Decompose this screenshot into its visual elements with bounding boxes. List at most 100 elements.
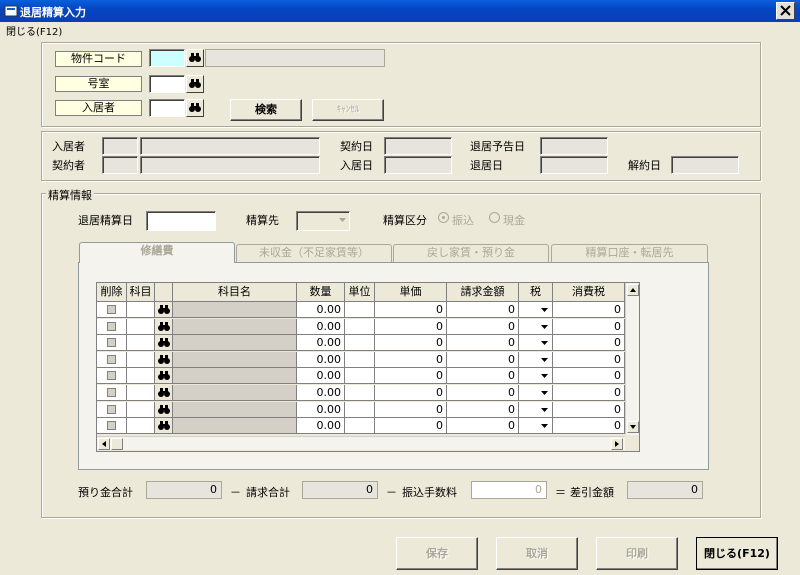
radio-transfer[interactable] [438, 212, 449, 223]
row-unit[interactable] [345, 351, 375, 368]
tab-repair-cost[interactable]: 修繕費 [79, 242, 235, 263]
horizontal-scrollbar[interactable] [97, 436, 625, 450]
scroll-up-button[interactable] [627, 284, 639, 296]
menu-close[interactable]: 閉じる(F12) [6, 23, 62, 38]
row-delete-checkbox[interactable] [97, 335, 127, 352]
close-button[interactable]: 閉じる(F12) [696, 537, 778, 570]
row-unit-price[interactable]: 0 [375, 418, 447, 435]
row-unit[interactable] [345, 385, 375, 401]
row-unit-price[interactable]: 0 [375, 385, 447, 401]
row-account-lookup[interactable] [155, 385, 173, 401]
tenant-search-button[interactable] [186, 99, 204, 117]
row-tax-select[interactable] [519, 385, 553, 401]
row-unit-price[interactable]: 0 [375, 335, 447, 352]
undo-button[interactable]: 取消 [496, 537, 578, 570]
row-account-lookup[interactable] [155, 302, 173, 318]
row-account-code[interactable] [127, 318, 155, 335]
row-account-lookup[interactable] [155, 401, 173, 418]
search-button[interactable]: 検索 [230, 99, 302, 121]
tenant-input[interactable] [149, 99, 185, 117]
scroll-down-button[interactable] [627, 421, 639, 433]
save-button[interactable]: 保存 [396, 537, 478, 570]
row-account-code[interactable] [127, 302, 155, 318]
tab-refund-deposit[interactable]: 戻し家賃・預り金 [393, 244, 549, 262]
row-quantity[interactable]: 0.00 [297, 401, 345, 418]
row-account-lookup[interactable] [155, 418, 173, 435]
row-unit-price[interactable]: 0 [375, 318, 447, 335]
row-billing-amount[interactable]: 0 [447, 368, 519, 385]
row-tax-select[interactable] [519, 401, 553, 418]
settlement-target-select[interactable] [296, 211, 350, 231]
row-delete-checkbox[interactable] [97, 418, 127, 435]
row-delete-checkbox[interactable] [97, 401, 127, 418]
row-unit[interactable] [345, 335, 375, 352]
row-tax-select[interactable] [519, 318, 553, 335]
row-tax-select[interactable] [519, 351, 553, 368]
row-tax-select[interactable] [519, 335, 553, 352]
row-quantity[interactable]: 0.00 [297, 385, 345, 401]
row-unit-price[interactable]: 0 [375, 351, 447, 368]
row-billing-amount[interactable]: 0 [447, 385, 519, 401]
row-unit-price[interactable]: 0 [375, 302, 447, 318]
row-billing-amount[interactable]: 0 [447, 401, 519, 418]
row-account-lookup[interactable] [155, 318, 173, 335]
row-billing-amount[interactable]: 0 [447, 335, 519, 352]
tab-account-forwarding[interactable]: 精算口座・転居先 [551, 244, 708, 262]
row-unit-price[interactable]: 0 [375, 368, 447, 385]
row-billing-amount[interactable]: 0 [447, 318, 519, 335]
row-account-code[interactable] [127, 335, 155, 352]
row-account-code[interactable] [127, 418, 155, 435]
row-unit[interactable] [345, 318, 375, 335]
row-account-lookup[interactable] [155, 335, 173, 352]
row-delete-checkbox[interactable] [97, 385, 127, 401]
row-billing-amount[interactable]: 0 [447, 302, 519, 318]
row-account-lookup[interactable] [155, 368, 173, 385]
row-tax-select[interactable] [519, 368, 553, 385]
row-account-code[interactable] [127, 368, 155, 385]
property-code-input[interactable] [149, 49, 185, 67]
vertical-scrollbar[interactable] [625, 283, 639, 435]
row-account-code[interactable] [127, 401, 155, 418]
row-consumption-tax[interactable]: 0 [553, 302, 625, 318]
row-consumption-tax[interactable]: 0 [553, 368, 625, 385]
row-consumption-tax[interactable]: 0 [553, 385, 625, 401]
row-consumption-tax[interactable]: 0 [553, 418, 625, 435]
row-quantity[interactable]: 0.00 [297, 351, 345, 368]
row-delete-checkbox[interactable] [97, 351, 127, 368]
row-quantity[interactable]: 0.00 [297, 368, 345, 385]
row-account-code[interactable] [127, 351, 155, 368]
settlement-date-input[interactable] [146, 211, 216, 231]
room-input[interactable] [149, 75, 185, 93]
transfer-fee-input[interactable]: 0 [471, 481, 547, 499]
scroll-left-button[interactable] [98, 438, 110, 450]
row-unit[interactable] [345, 401, 375, 418]
scroll-right-button[interactable] [611, 438, 623, 450]
row-consumption-tax[interactable]: 0 [553, 318, 625, 335]
scroll-thumb[interactable] [111, 438, 123, 450]
row-billing-amount[interactable]: 0 [447, 418, 519, 435]
room-search-button[interactable] [186, 75, 204, 93]
row-delete-checkbox[interactable] [97, 368, 127, 385]
row-consumption-tax[interactable]: 0 [553, 401, 625, 418]
row-tax-select[interactable] [519, 302, 553, 318]
row-unit[interactable] [345, 302, 375, 318]
row-quantity[interactable]: 0.00 [297, 335, 345, 352]
row-delete-checkbox[interactable] [97, 318, 127, 335]
cancel-search-button[interactable]: ｷｬﾝｾﾙ [312, 99, 384, 121]
row-consumption-tax[interactable]: 0 [553, 351, 625, 368]
repair-cost-grid[interactable]: 削除 科目 科目名 数量 単位 単価 請求金額 税 消費税 0.00 0 0 0 0.0… [96, 282, 640, 452]
row-account-lookup[interactable] [155, 351, 173, 368]
row-tax-select[interactable] [519, 418, 553, 435]
print-button[interactable]: 印刷 [596, 537, 678, 570]
row-unit[interactable] [345, 418, 375, 435]
window-close-button[interactable] [776, 2, 795, 20]
radio-cash[interactable] [489, 212, 500, 223]
row-quantity[interactable]: 0.00 [297, 418, 345, 435]
row-consumption-tax[interactable]: 0 [553, 335, 625, 352]
row-unit[interactable] [345, 368, 375, 385]
row-quantity[interactable]: 0.00 [297, 318, 345, 335]
row-unit-price[interactable]: 0 [375, 401, 447, 418]
tab-uncollected[interactable]: 未収金（不足家賃等） [236, 244, 392, 262]
row-quantity[interactable]: 0.00 [297, 302, 345, 318]
property-search-button[interactable] [186, 49, 204, 67]
